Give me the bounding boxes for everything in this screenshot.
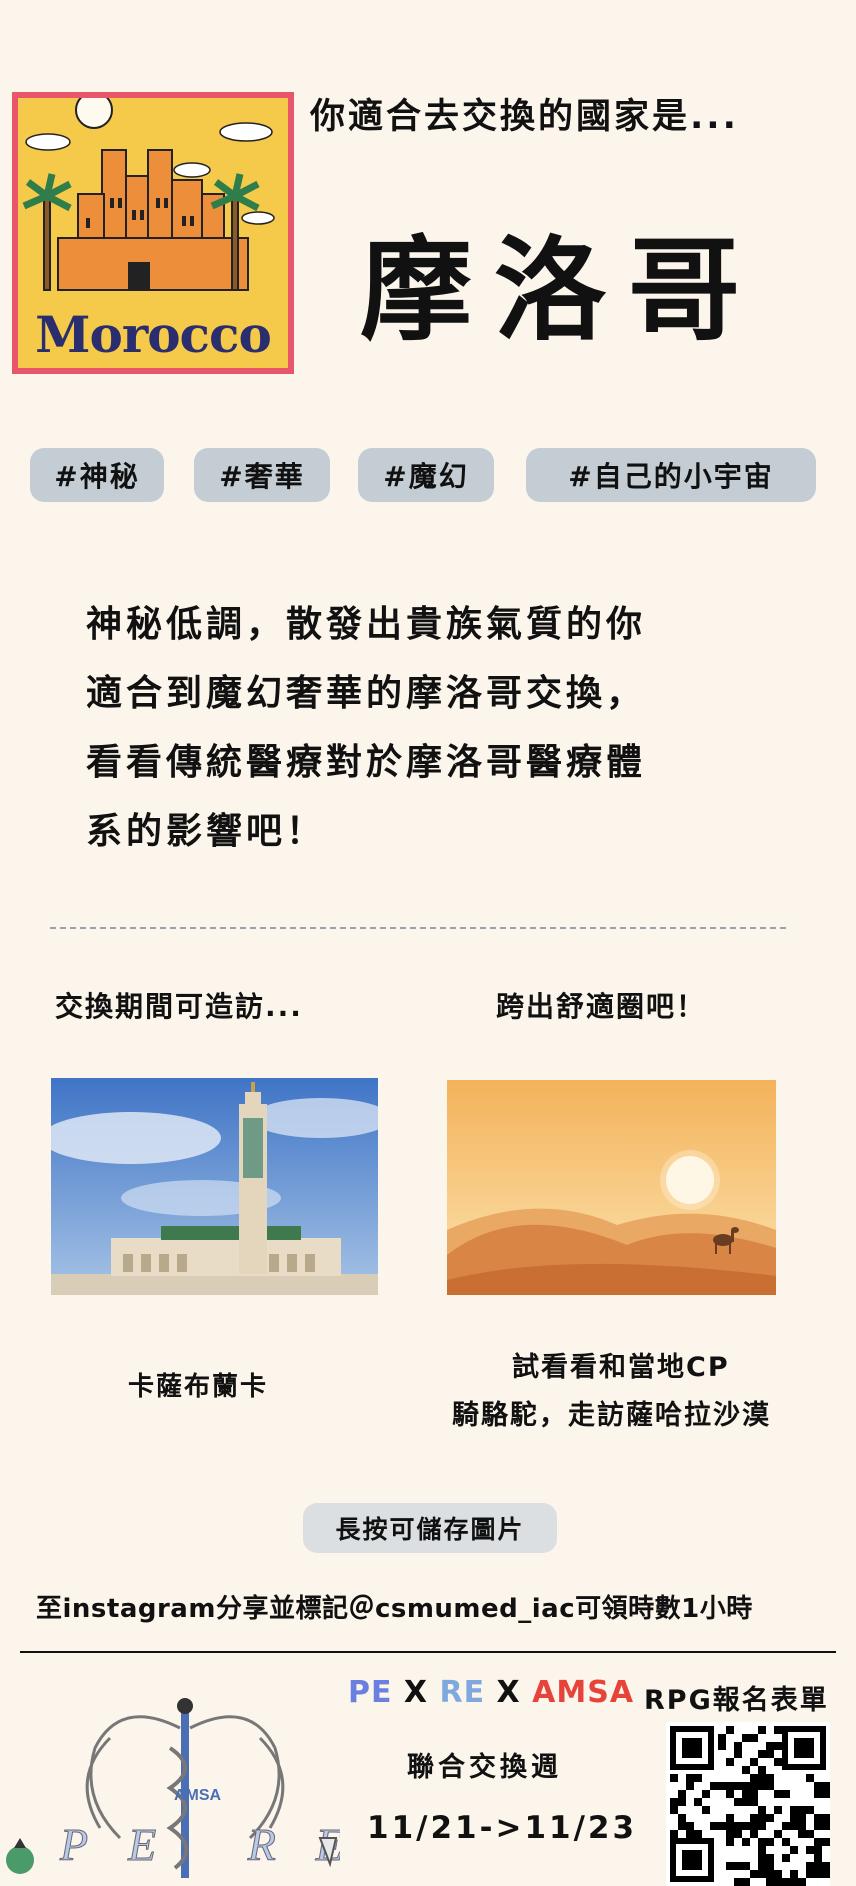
x-separator: X — [485, 1675, 533, 1710]
desert-illustration — [447, 1080, 776, 1295]
instagram-share-text: 至instagram分享並標記＠csmumed_iac可領時數1小時 — [36, 1594, 753, 1624]
poster-title: Morocco — [35, 305, 272, 364]
tag-magical: #魔幻 — [358, 448, 494, 502]
description-line: 神秘低調，散發出貴族氣質的你 — [86, 604, 647, 645]
pe-re-amsa-logo: AMSA PE RE — [0, 1688, 344, 1886]
tag-luxury: #奢華 — [194, 448, 330, 502]
comfort-caption-line1: 試看看和當地CP — [512, 1352, 730, 1383]
amsa-label: AMSA — [532, 1675, 635, 1710]
qr-code-icon — [666, 1722, 830, 1886]
morocco-poster: Morocco — [12, 92, 294, 374]
rpg-form-label: RPG報名表單 — [644, 1685, 829, 1716]
logo-pe-re-text: PE RE — [59, 1819, 340, 1870]
intro-heading: 你適合去交換的國家是... — [310, 97, 739, 137]
event-dates: 11/21->11/23 — [367, 1810, 638, 1846]
exchange-week-name: 聯合交換週 — [407, 1752, 562, 1783]
save-image-button[interactable]: 長按可儲存圖片 — [303, 1503, 557, 1553]
partners-line: PE X RE X AMSA — [348, 1675, 634, 1710]
visit-heading: 交換期間可造訪... — [55, 990, 303, 1023]
comfort-zone-heading: 跨出舒適圈吧！ — [496, 990, 707, 1023]
registration-qr-code[interactable] — [666, 1722, 830, 1886]
description-line: 適合到魔幻奢華的摩洛哥交換， — [86, 673, 647, 714]
casablanca-mosque-photo — [51, 1078, 378, 1295]
country-title: 摩洛哥 — [360, 225, 762, 356]
re-label: RE — [439, 1675, 486, 1710]
x-separator: X — [392, 1675, 440, 1710]
tag-list: #神秘 #奢華 #魔幻 #自己的小宇宙 — [30, 448, 830, 504]
description-line: 看看傳統醫療對於摩洛哥醫療體 — [86, 742, 647, 783]
casablanca-caption: 卡薩布蘭卡 — [128, 1372, 269, 1402]
logo-amsa-text: AMSA — [174, 1787, 222, 1804]
caduceus-logo-icon: AMSA PE RE — [6, 1698, 344, 1878]
pe-label: PE — [348, 1675, 393, 1710]
tag-mysterious: #神秘 — [30, 448, 164, 502]
description-line: 系的影響吧！ — [86, 811, 327, 852]
footer-divider — [20, 1651, 836, 1653]
tag-own-universe: #自己的小宇宙 — [526, 448, 816, 502]
description: 神秘低調，散發出貴族氣質的你 適合到魔幻奢華的摩洛哥交換， 看看傳統醫療對於摩洛… — [86, 590, 766, 866]
dashed-divider — [50, 927, 786, 929]
comfort-caption-line2: 騎駱駝，走訪薩哈拉沙漠 — [452, 1400, 771, 1431]
